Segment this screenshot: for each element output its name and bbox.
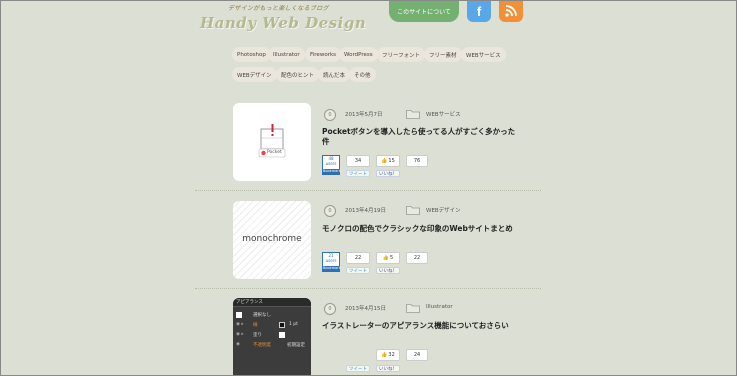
tweet-button[interactable]: ツイート: [346, 365, 370, 372]
post-title[interactable]: Pocketボタンを導入したら使ってる人がすごく多かった: [322, 127, 515, 137]
about-button[interactable]: このサイトについて: [389, 0, 459, 22]
tag-free-material[interactable]: フリー素材: [424, 47, 462, 62]
like-count: 👍 5: [376, 252, 400, 264]
post-divider: [195, 288, 541, 289]
comment-count-icon[interactable]: 0: [324, 205, 336, 217]
plus-one-count[interactable]: 76: [406, 155, 428, 167]
site-tagline: デザインがもっと楽しくなるブログ: [228, 5, 329, 12]
rss-icon: [505, 5, 517, 17]
tweet-label: ツイート: [349, 171, 367, 177]
folder-icon: [406, 110, 420, 119]
eye-icon: ◉ ▸: [236, 322, 244, 327]
twitter-count: 22: [346, 252, 370, 264]
comment-count-icon[interactable]: 0: [324, 303, 336, 315]
tag-color-hints[interactable]: 配色のヒント: [276, 67, 320, 82]
stroke-weight: 1 pt: [289, 322, 298, 327]
like-count: 👍 32: [376, 349, 400, 361]
post-title[interactable]: イラストレーターのアピアランス機能についておさらい: [322, 321, 509, 331]
plus-one-count[interactable]: 24: [406, 349, 428, 361]
stroke-swatch: [279, 322, 285, 328]
tag-photoshop[interactable]: Photoshop: [232, 47, 271, 62]
tag-free-font[interactable]: フリーフォント: [377, 47, 426, 62]
opacity-value: 初期設定: [287, 343, 305, 348]
like-count: 👍 15: [376, 155, 400, 167]
tag-books[interactable]: 読んだ本: [318, 67, 351, 82]
post-category[interactable]: Illustrator: [426, 304, 453, 310]
site-logo[interactable]: Handy Web Design: [200, 14, 366, 32]
monochrome-label: monochrome: [242, 234, 302, 244]
folder-icon: [406, 206, 420, 215]
swatch-icon: [236, 312, 242, 318]
facebook-like-button[interactable]: いいね！: [376, 170, 400, 177]
post-thumbnail[interactable]: Pocket: [233, 103, 311, 181]
like-label: いいね！: [379, 366, 397, 372]
twitter-count: 34: [346, 155, 370, 167]
appearance-row-stroke: 線: [253, 323, 258, 328]
plus-one-count[interactable]: 22: [406, 252, 428, 264]
rss-button[interactable]: [499, 0, 523, 22]
appearance-row-fill: 塗り: [253, 333, 262, 338]
post-divider: [195, 190, 541, 191]
facebook-like-button[interactable]: いいね！: [376, 267, 400, 274]
post-date: 2013年5月7日: [345, 112, 383, 118]
appearance-row-opacity: 不透明度: [253, 343, 271, 348]
eye-icon: ◉ ▸: [236, 332, 244, 337]
tweet-button[interactable]: ツイート: [346, 170, 370, 177]
tweet-label: ツイート: [349, 268, 367, 274]
eye-icon: ◉: [236, 342, 240, 347]
comment-count-icon[interactable]: 0: [324, 109, 336, 121]
tag-illustrator[interactable]: Illustrator: [268, 47, 305, 62]
facebook-like-button[interactable]: いいね！: [376, 365, 400, 372]
hatena-label: Bookmark: [323, 266, 341, 271]
post-title-cont[interactable]: 件: [322, 137, 330, 147]
hatena-bookmark-button[interactable]: 48 users Bookmark: [322, 155, 341, 175]
post-category[interactable]: WEBデザイン: [426, 206, 461, 214]
hatena-label: Bookmark: [323, 169, 341, 174]
like-label: いいね！: [379, 171, 397, 177]
hatena-users: users: [325, 161, 337, 166]
pocket-label: Pocket: [267, 150, 282, 155]
post-category[interactable]: WEBサービス: [426, 110, 461, 118]
facebook-icon: f: [476, 3, 482, 19]
post-thumbnail[interactable]: monochrome: [233, 201, 311, 279]
tag-other[interactable]: その他: [349, 67, 376, 82]
hatena-bookmark-button[interactable]: 21 users Bookmark: [322, 252, 341, 272]
facebook-button[interactable]: f: [467, 0, 491, 22]
tag-web-service[interactable]: WEBサービス: [461, 47, 506, 62]
thumbs-up-icon: 👍: [382, 255, 390, 261]
tweet-label: ツイート: [349, 366, 367, 372]
hatena-users: users: [325, 258, 337, 263]
tag-wordpress[interactable]: WordPress: [339, 47, 378, 62]
appearance-panel-title: アピアランス: [233, 298, 311, 307]
post-thumbnail[interactable]: アピアランス 選択なし ◉ ▸ 線 1 pt ◉ ▸ 塗り ◉ 不透明度 初期設…: [233, 298, 311, 376]
tweet-button[interactable]: ツイート: [346, 267, 370, 274]
pocket-icon: [258, 124, 286, 158]
post-title[interactable]: モノクロの配色でクラシックな印象のWebサイトまとめ: [322, 224, 513, 234]
fill-swatch: [279, 332, 285, 338]
thumbs-up-icon: 👍: [381, 352, 388, 358]
post-date: 2013年4月19日: [345, 208, 386, 214]
tag-fireworks[interactable]: Fireworks: [305, 47, 341, 62]
like-label: いいね！: [379, 268, 397, 274]
thumbs-up-icon: 👍: [381, 158, 388, 164]
site-header: デザインがもっと楽しくなるブログ Handy Web Design このサイトに…: [0, 0, 737, 40]
tag-web-design[interactable]: WEBデザイン: [232, 67, 277, 82]
post-date: 2013年4月15日: [345, 306, 386, 312]
appearance-row-none: 選択なし: [253, 313, 271, 318]
folder-icon: [406, 304, 420, 313]
